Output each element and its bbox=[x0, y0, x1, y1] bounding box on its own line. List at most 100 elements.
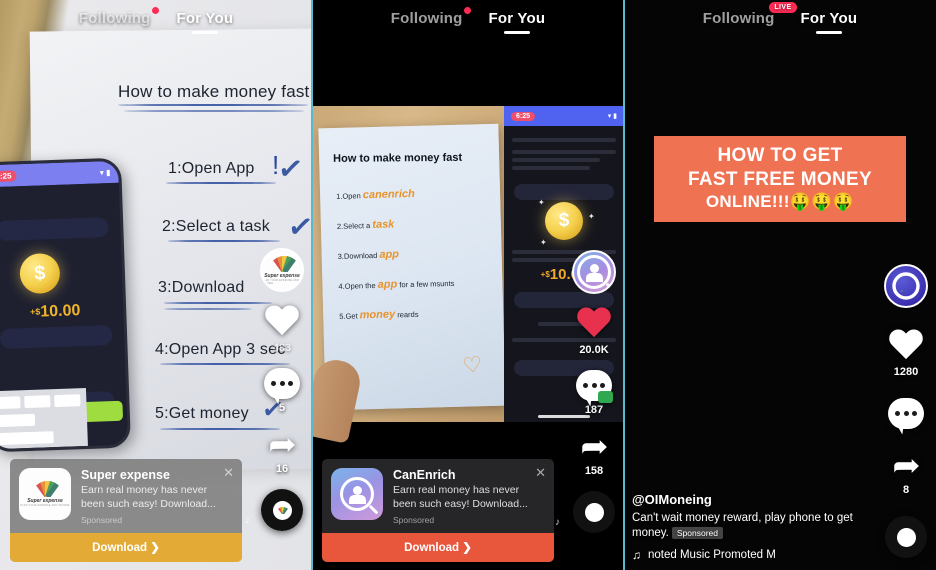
comment-button[interactable] bbox=[888, 398, 924, 429]
feed-tabs-panel-2: Following For You bbox=[312, 0, 624, 42]
heart-icon[interactable] bbox=[576, 308, 612, 341]
music-disc-button[interactable]: ♪ bbox=[555, 491, 615, 533]
close-icon[interactable]: ✕ bbox=[535, 466, 546, 479]
like-button[interactable]: 483 bbox=[264, 306, 300, 354]
music-title: noted Music Promoted M bbox=[648, 549, 776, 561]
music-disc-button[interactable]: ♪ ♪ bbox=[237, 485, 303, 531]
vinyl-disc-icon[interactable]: ♪ bbox=[555, 491, 615, 533]
tab-following[interactable]: Following LIVE bbox=[701, 2, 797, 34]
avatar[interactable] bbox=[572, 250, 616, 294]
action-rail-panel-3: 1280 ➦ 8 bbox=[884, 264, 928, 570]
action-rail-panel-1: Super expense PLAN YOUR EXPENSE AND INCO… bbox=[237, 248, 304, 545]
like-button[interactable]: 1280 bbox=[888, 330, 924, 378]
ad-card-panel-1[interactable]: Super expense PLAN YOUR EXPENSE AND INCO… bbox=[10, 459, 242, 562]
ad-app-icon[interactable]: Super expense PLAN YOUR EXPENSE AND INCO… bbox=[19, 468, 71, 521]
share-count: 16 bbox=[275, 463, 289, 475]
app-icon-tagline: PLAN YOUR EXPENSE AND INCOME bbox=[20, 504, 70, 508]
tab-for-you[interactable]: For You bbox=[487, 8, 548, 34]
magnifier-person-icon bbox=[340, 477, 379, 515]
avatar[interactable] bbox=[884, 264, 928, 308]
tab-active-underline bbox=[815, 31, 842, 34]
ad-app-icon[interactable] bbox=[331, 468, 383, 521]
comment-button[interactable]: 5 bbox=[264, 368, 300, 414]
tab-for-you[interactable]: For You bbox=[175, 8, 236, 34]
ad-header: CanEnrich Earn real money has never been… bbox=[322, 459, 554, 533]
sparkle-icon-3: ✦ bbox=[540, 238, 547, 247]
phone-signal-icons: ▾ ▮ bbox=[99, 167, 111, 177]
comment-bubble-icon[interactable] bbox=[888, 398, 924, 429]
live-badge[interactable]: LIVE bbox=[769, 2, 797, 13]
step-3: 3:Download bbox=[158, 279, 245, 296]
canenrich-magnifier-mini-icon bbox=[588, 506, 600, 518]
download-button[interactable]: Download ❯ bbox=[322, 533, 554, 562]
step-2: 2.Select a task bbox=[336, 218, 395, 232]
disc-album-art bbox=[584, 502, 604, 522]
share-button[interactable]: ➦ 158 bbox=[580, 430, 608, 477]
step-1: 1:Open App bbox=[168, 160, 255, 177]
compass-icon bbox=[892, 272, 920, 300]
person-head-shape bbox=[589, 264, 599, 273]
avatar[interactable]: Super expense PLAN YOUR EXPENSE AND INCO… bbox=[260, 248, 304, 292]
banner-line-1: HOW TO GET bbox=[717, 145, 843, 166]
coin-icon: $ bbox=[545, 202, 583, 240]
phone-clock: 6:25 bbox=[0, 169, 17, 182]
download-button[interactable]: Download ❯ bbox=[10, 533, 242, 562]
magnifier-handle bbox=[368, 504, 379, 515]
comment-bubble-icon[interactable] bbox=[264, 368, 300, 399]
ad-text-block: CanEnrich Earn real money has never been… bbox=[393, 468, 545, 525]
vinyl-disc-icon[interactable]: ♪ ♪ bbox=[237, 485, 303, 531]
music-disc-button[interactable] bbox=[885, 516, 927, 558]
share-arrow-icon[interactable]: ➦ bbox=[892, 449, 920, 481]
ad-header: Super expense PLAN YOUR EXPENSE AND INCO… bbox=[10, 459, 242, 533]
music-note-icon-1: ♪ bbox=[555, 517, 560, 528]
tab-following-label: Following bbox=[390, 10, 463, 27]
comment-bubble-icon[interactable] bbox=[576, 370, 613, 403]
like-count: 483 bbox=[272, 342, 292, 354]
profile-avatar-item[interactable] bbox=[884, 264, 928, 308]
username[interactable]: @OIMoneing bbox=[632, 492, 870, 507]
panel-divider-1 bbox=[311, 0, 313, 570]
phone-screen: $ +$10.00 bbox=[0, 182, 128, 450]
phone-status-bar: 6:25 ▾ ▮ bbox=[504, 106, 624, 126]
ad-title: Super expense bbox=[81, 468, 170, 483]
like-count: 1280 bbox=[893, 366, 919, 378]
comment-button[interactable]: 187 bbox=[576, 370, 613, 416]
close-icon[interactable]: ✕ bbox=[223, 466, 234, 479]
phone-text-line-1 bbox=[512, 138, 616, 142]
music-note-icon-2: ♪ bbox=[245, 515, 250, 526]
ad-description: Earn real money has never been such easy… bbox=[393, 484, 528, 511]
step-3-underline bbox=[164, 302, 272, 304]
music-row[interactable]: ♫ noted Music Promoted M bbox=[632, 548, 870, 562]
fan-burst-icon bbox=[30, 481, 60, 498]
ad-card-panel-2[interactable]: CanEnrich Earn real money has never been… bbox=[322, 459, 554, 562]
ad-title: CanEnrich bbox=[393, 468, 456, 483]
phone-reward-amount: +$10.00 bbox=[29, 302, 81, 321]
compass-mini-icon bbox=[899, 530, 913, 544]
share-arrow-icon[interactable]: ➦ bbox=[580, 430, 608, 462]
feed-panel-3: HOW TO GET FAST FREE MONEY ONLINE!!!🤑🤑🤑 … bbox=[624, 0, 936, 570]
like-count: 20.0K bbox=[579, 344, 609, 356]
logo-tagline: PLAN YOUR EXPENSE AND INCOME bbox=[262, 278, 299, 285]
heart-icon[interactable] bbox=[888, 330, 924, 363]
share-arrow-icon[interactable]: ➦ bbox=[268, 428, 296, 460]
tab-following[interactable]: Following bbox=[389, 7, 471, 34]
super-expense-app-icon: Super expense PLAN YOUR EXPENSE AND INCO… bbox=[19, 468, 71, 521]
ad-text-block: Super expense Earn real money has never … bbox=[81, 468, 233, 525]
tab-for-you-label: For You bbox=[488, 10, 546, 27]
profile-avatar-item[interactable]: Super expense PLAN YOUR EXPENSE AND INCO… bbox=[260, 248, 304, 292]
vinyl-disc-icon[interactable] bbox=[885, 516, 927, 558]
heart-icon[interactable] bbox=[264, 306, 300, 339]
share-count: 158 bbox=[584, 465, 604, 477]
sponsored-badge: Sponsored bbox=[671, 527, 723, 540]
like-button[interactable]: 20.0K bbox=[576, 308, 612, 356]
person-body-shape bbox=[585, 273, 603, 282]
profile-avatar-item[interactable] bbox=[572, 250, 616, 294]
share-button[interactable]: ➦ 16 bbox=[268, 428, 296, 475]
exclamation-1: ! bbox=[272, 150, 280, 180]
tab-active-underline bbox=[503, 31, 530, 34]
tab-for-you[interactable]: For You bbox=[799, 8, 860, 34]
banner-line-2: FAST FREE MONEY bbox=[688, 168, 872, 190]
phone-clock: 6:25 bbox=[511, 111, 536, 121]
tab-following[interactable]: Following bbox=[77, 7, 159, 34]
share-button[interactable]: ➦ 8 bbox=[892, 449, 920, 496]
